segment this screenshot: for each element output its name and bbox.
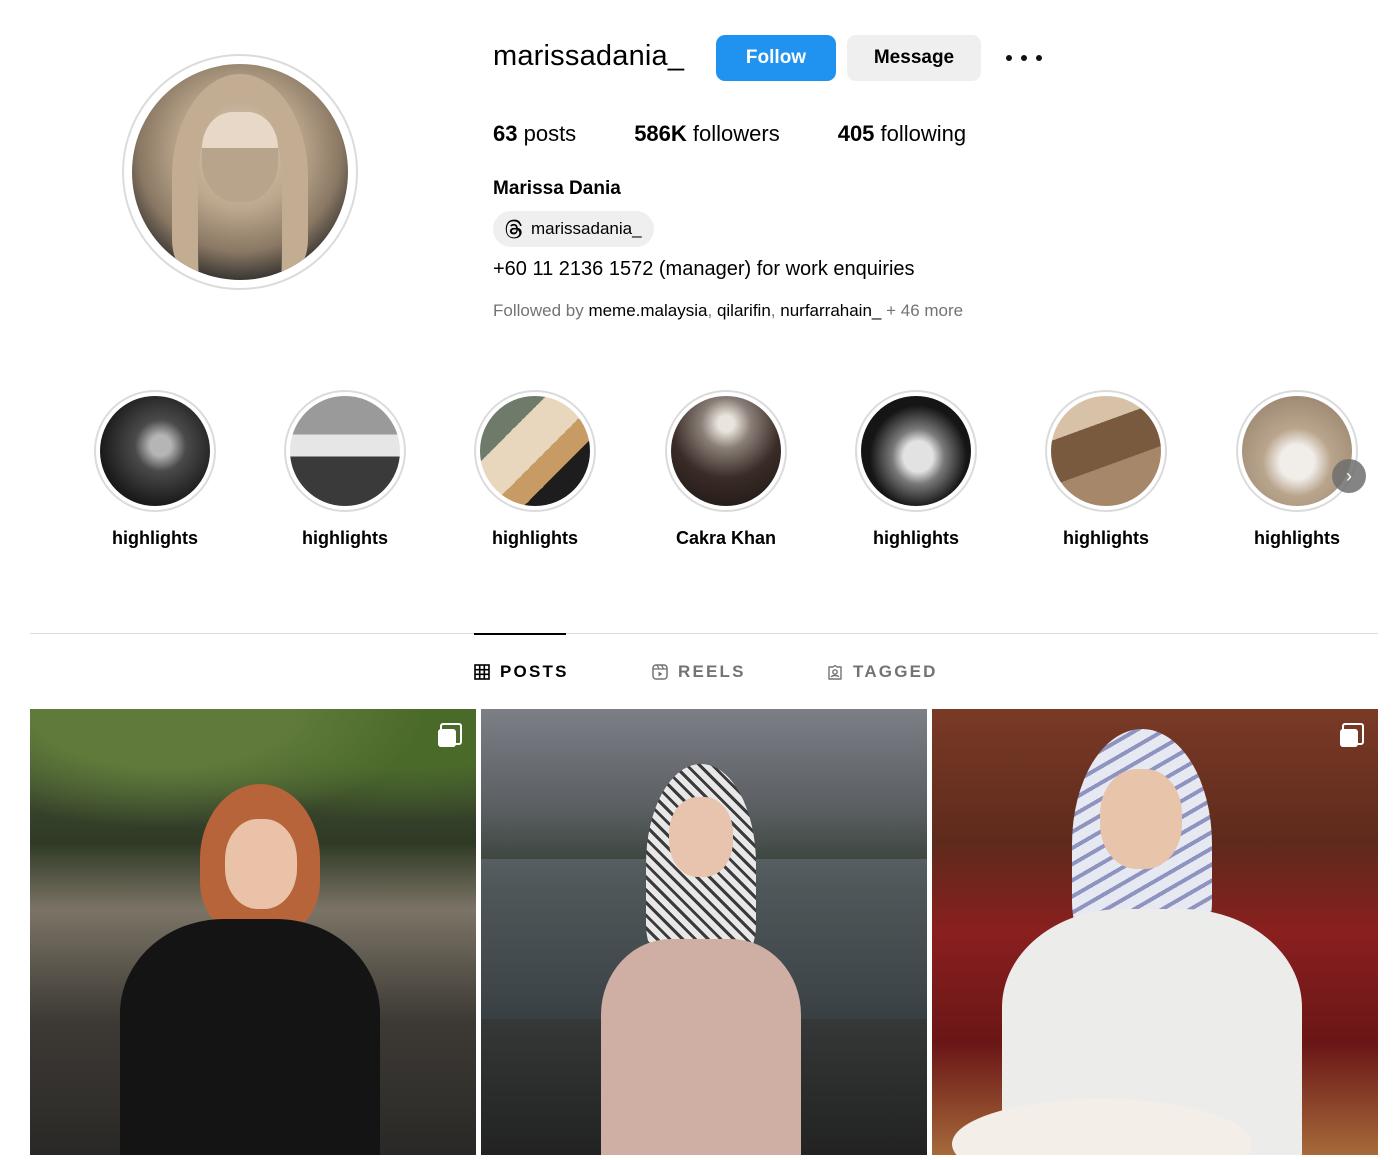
profile-stats: 63 posts 586K followers 405 following [493, 121, 1024, 147]
posts-count-label: posts [517, 121, 577, 146]
tab-reels[interactable]: REELS [652, 661, 746, 683]
chevron-right-icon[interactable]: › [1332, 459, 1366, 493]
tab-posts[interactable]: POSTS [474, 661, 569, 683]
tab-label: POSTS [500, 662, 569, 681]
followed-by-prefix: Followed by [493, 301, 589, 320]
followers-stat[interactable]: 586K followers [634, 121, 780, 147]
carousel-icon [1340, 723, 1364, 747]
followers-label: followers [686, 121, 780, 146]
posts-count-stat: 63 posts [493, 121, 576, 147]
highlight-label: highlights [302, 528, 388, 548]
highlight-cover [284, 390, 406, 512]
post-thumbnail[interactable] [481, 709, 927, 1155]
tab-tagged[interactable]: TAGGED [827, 661, 938, 683]
highlight-cover [474, 390, 596, 512]
highlight-item[interactable]: highlights [270, 390, 420, 549]
highlight-label: highlights [1063, 528, 1149, 548]
highlight-item[interactable]: highlights [1031, 390, 1181, 549]
follow-button[interactable]: Follow [716, 35, 836, 81]
more-options-icon[interactable] [1006, 46, 1042, 70]
highlight-cover [855, 390, 977, 512]
avatar-image [132, 64, 348, 280]
highlight-item[interactable]: highlights [80, 390, 230, 549]
highlight-item[interactable]: highlights [841, 390, 991, 549]
grid-icon [474, 664, 490, 680]
highlight-cover [1236, 390, 1358, 512]
tagged-icon [828, 664, 842, 680]
tab-label: REELS [678, 662, 746, 681]
highlight-label: Cakra Khan [675, 528, 777, 548]
carousel-icon [438, 723, 462, 747]
profile-bio: +60 11 2136 1572 (manager) for work enqu… [493, 258, 915, 280]
highlight-label: highlights [112, 528, 198, 548]
post-thumbnail[interactable] [932, 709, 1378, 1155]
threads-link[interactable]: marissadania_ [493, 211, 654, 247]
highlight-cover [1045, 390, 1167, 512]
highlight-label: highlights [1254, 528, 1340, 548]
followed-by-account[interactable]: nurfarrahain_ [780, 301, 881, 320]
highlight-item[interactable]: highlights [460, 390, 610, 549]
profile-full-name: Marissa Dania [493, 178, 621, 199]
highlight-label: highlights [492, 528, 578, 548]
followed-by[interactable]: Followed by meme.malaysia, qilarifin, nu… [493, 301, 963, 321]
following-label: following [874, 121, 967, 146]
profile-avatar[interactable] [122, 54, 358, 290]
threads-handle: marissadania_ [531, 219, 642, 238]
reels-icon [652, 664, 668, 680]
following-count: 405 [837, 121, 875, 146]
followed-by-account[interactable]: meme.malaysia [588, 301, 707, 320]
post-thumbnail[interactable] [30, 709, 476, 1155]
followed-by-account[interactable]: qilarifin [717, 301, 771, 320]
following-stat[interactable]: 405 following [838, 121, 966, 147]
tabs-divider [30, 633, 1378, 634]
highlight-cover [94, 390, 216, 512]
followed-by-more: + 46 more [881, 301, 964, 320]
threads-icon [505, 219, 522, 239]
message-button[interactable]: Message [847, 35, 981, 81]
posts-count: 63 [493, 121, 518, 146]
profile-username: marissadania_ [493, 40, 685, 72]
highlight-label: highlights [873, 528, 959, 548]
active-tab-indicator [474, 633, 566, 635]
followers-count: 586K [634, 121, 687, 146]
highlight-item[interactable]: Cakra Khan [651, 390, 801, 549]
tab-label: TAGGED [853, 662, 938, 681]
highlight-cover [665, 390, 787, 512]
